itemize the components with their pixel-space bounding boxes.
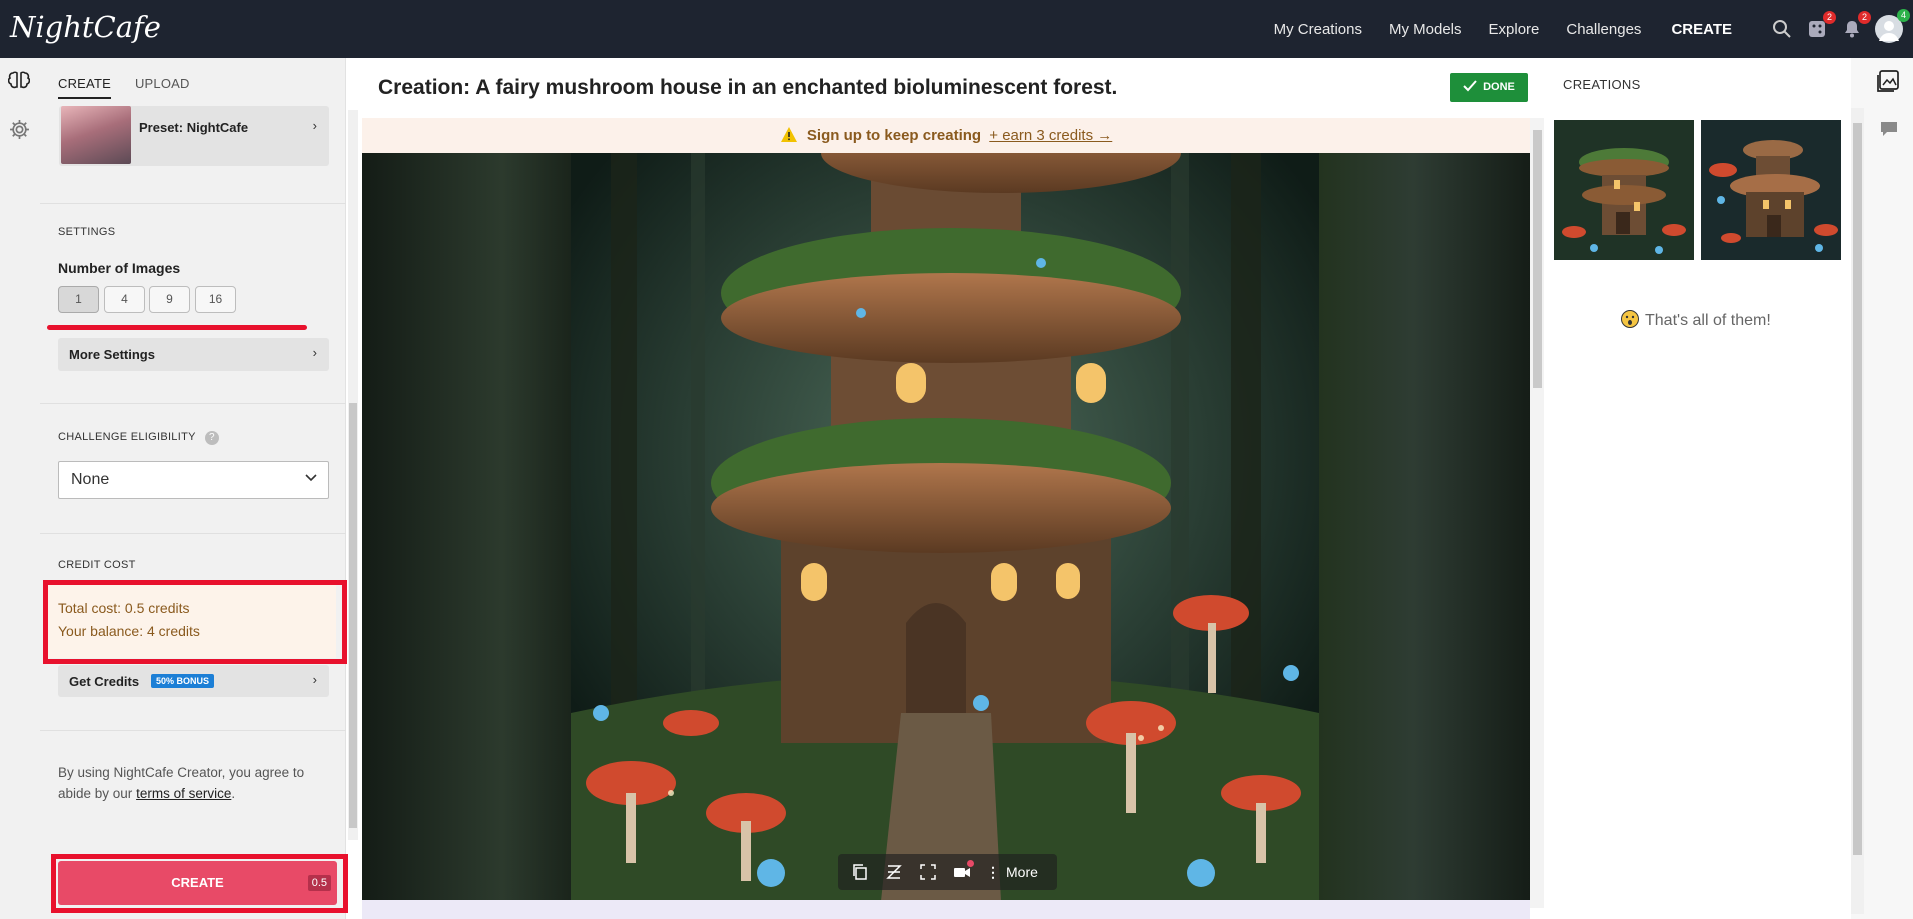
signup-banner: Sign up to keep creating + earn 3 credit… [362,118,1530,155]
right-scrollbar-thumb[interactable] [1853,123,1862,855]
dice-badge: 2 [1823,11,1836,24]
banner-text: Sign up to keep creating [806,127,982,144]
terms-of-service-link[interactable]: terms of service [136,786,231,801]
dice-icon[interactable]: 2 [1805,11,1836,41]
done-label: DONE [1483,81,1515,93]
tab-create[interactable]: CREATE [58,68,111,99]
terms-period: . [231,786,236,801]
highlight-underline [47,325,307,330]
surprised-face-icon [1621,310,1639,333]
fullscreen-icon[interactable] [918,862,938,882]
earn-credits-link[interactable]: + earn 3 credits → [989,127,1112,144]
chevron-right-icon: › [312,672,317,687]
sidebar-tabs: CREATE UPLOAD [58,68,214,99]
search-icon[interactable] [1770,17,1794,41]
main-scrollbar-thumb[interactable] [1533,130,1542,388]
tab-upload[interactable]: UPLOAD [135,68,190,99]
nightcafe-logo[interactable]: NightCafe [10,10,161,44]
num-images-option-1[interactable]: 1 [58,286,99,313]
creation-title: Creation: A fairy mushroom house in an e… [378,76,1118,99]
nav-my-models[interactable]: My Models [1389,21,1462,38]
nav-explore[interactable]: Explore [1489,21,1540,38]
credit-highlight-box [43,580,347,664]
bell-badge: 2 [1858,11,1871,24]
brain-icon[interactable] [7,70,31,95]
more-settings-label: More Settings [69,347,155,362]
nav-create[interactable]: CREATE [1671,21,1732,38]
credit-cost-header: CREDIT COST [58,559,136,571]
num-images-option-16[interactable]: 16 [195,286,236,313]
get-credits-label: Get Credits [69,674,140,689]
bottom-strip [362,900,1530,919]
more-label: More [1006,864,1038,880]
gear-icon[interactable] [9,119,30,145]
preset-thumbnail [61,106,131,164]
avatar-badge: 4 [1897,9,1910,22]
chevron-down-icon [304,470,318,489]
video-dot [967,860,974,867]
top-nav: My Creations My Models Explore Challenge… [1274,0,1913,58]
creation-main: Creation: A fairy mushroom house in an e… [362,58,1530,919]
more-vertical-icon: ⋮ [986,863,1000,880]
chevron-right-icon: › [312,345,317,360]
challenge-header-text: CHALLENGE ELIGIBILITY [58,431,196,443]
gallery-icon[interactable] [1877,70,1899,97]
creation-image-area: ⋮ More [362,153,1530,901]
chat-icon[interactable] [1879,120,1899,143]
challenge-select-value: None [71,471,110,488]
nav-challenges[interactable]: Challenges [1566,21,1641,38]
preset-label: Preset: NightCafe [139,120,249,135]
end-of-list-text: That's all of them! [1645,312,1771,329]
get-credits-button[interactable]: Get Credits 50% BONUS › [58,665,329,697]
creations-header: CREATIONS [1563,77,1641,92]
bell-icon[interactable]: 2 [1840,11,1871,41]
settings-header: SETTINGS [58,226,116,238]
num-images-label: Number of Images [58,260,181,276]
top-bar: NightCafe My Creations My Models Explore… [0,0,1913,58]
left-rail [0,58,40,919]
done-button[interactable]: DONE [1450,73,1528,102]
evolve-icon[interactable] [884,862,904,882]
creation-thumbnail[interactable] [1554,120,1694,260]
nav-my-creations[interactable]: My Creations [1274,21,1362,38]
creation-image[interactable] [571,153,1319,901]
creation-thumbnail[interactable] [1701,120,1841,260]
challenge-eligibility-select[interactable]: None [58,461,329,499]
preset-card[interactable]: Preset: NightCafe › [59,106,329,166]
video-icon[interactable] [952,860,974,882]
end-of-list: That's all of them! [1621,310,1771,333]
terms-notice: By using NightCafe Creator, you agree to… [58,762,328,804]
create-highlight-box [51,854,348,913]
challenge-header: CHALLENGE ELIGIBILITY ? [58,431,219,445]
copy-icon[interactable] [850,862,870,882]
bonus-badge: 50% BONUS [151,674,215,688]
more-menu[interactable]: ⋮ More [986,864,1038,881]
num-images-option-4[interactable]: 4 [104,286,145,313]
image-toolbar: ⋮ More [838,854,1057,890]
avatar[interactable]: 4 [1875,9,1910,43]
sidebar-scrollbar-thumb[interactable] [349,403,357,828]
chevron-right-icon: › [312,118,317,133]
help-icon[interactable]: ? [204,431,219,445]
creations-panel: CREATIONS That's all of them! [1546,58,1851,919]
more-settings-button[interactable]: More Settings › [58,338,329,371]
num-images-option-9[interactable]: 9 [149,286,190,313]
warning-icon [780,121,798,157]
